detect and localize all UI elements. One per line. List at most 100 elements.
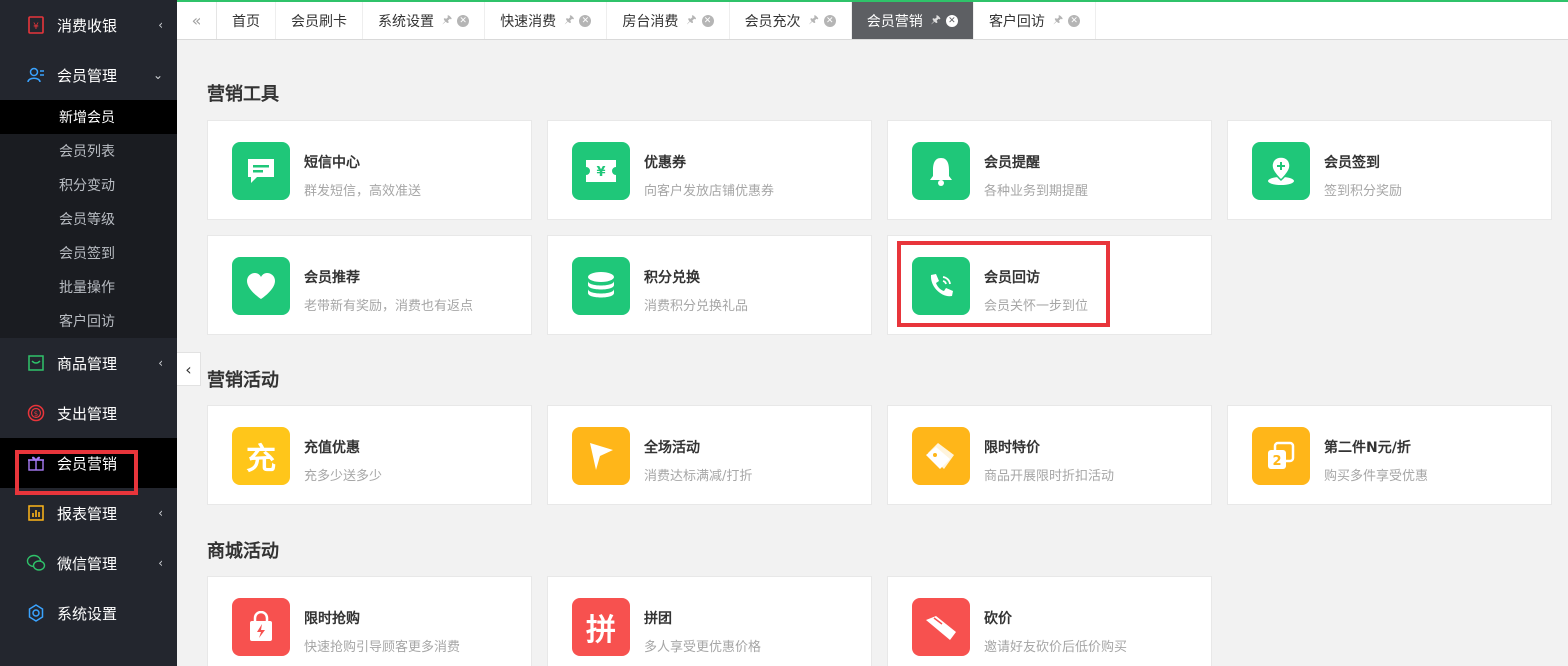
chevron-left-icon: ‹ <box>158 356 163 370</box>
card-coupon[interactable]: ¥ 优惠券 向客户发放店铺优惠券 <box>547 120 872 220</box>
nav-item-expense[interactable]: $ 支出管理 <box>0 388 177 438</box>
tab-customer-revisit[interactable]: 客户回访 🖈 ✕ <box>974 2 1097 39</box>
tab-room-consume[interactable]: 房台消费 🖈 ✕ <box>607 2 730 39</box>
nav-item-report[interactable]: 报表管理 ‹ <box>0 488 177 538</box>
tab-home[interactable]: 首页 <box>217 2 276 39</box>
close-icon[interactable]: ✕ <box>457 14 470 27</box>
card-title: 拼团 <box>644 611 672 627</box>
submenu-item-revisit[interactable]: 客户回访 <box>0 304 177 338</box>
nav-item-goods[interactable]: 商品管理 ‹ <box>0 338 177 388</box>
recharge-glyph: 充 <box>246 442 276 477</box>
section-title-tools: 营销工具 <box>207 84 279 105</box>
coins-stack-icon <box>572 257 630 315</box>
phone-call-icon <box>912 257 970 315</box>
nav-item-settings[interactable]: 系统设置 <box>0 588 177 638</box>
card-flash-price[interactable]: 限时特价 商品开展限时折扣活动 <box>887 405 1212 505</box>
shopping-bag-icon <box>232 598 290 656</box>
nav-label: 系统设置 <box>57 604 118 623</box>
card-group-buy[interactable]: 拼 拼团 多人享受更优惠价格 <box>547 576 872 666</box>
tab-member-card[interactable]: 会员刷卡 <box>276 2 363 39</box>
card-title: 会员提醒 <box>984 155 1040 171</box>
pin-icon[interactable]: 🖈 <box>442 11 452 30</box>
member-icon <box>26 65 46 85</box>
group-glyph: 拼 <box>586 613 616 648</box>
tab-scroll-left-button[interactable]: « <box>177 2 217 39</box>
card-title: 会员回访 <box>984 270 1040 286</box>
tab-quick-consume[interactable]: 快速消费 🖈 ✕ <box>485 2 608 39</box>
submenu-item-batch[interactable]: 批量操作 <box>0 270 177 304</box>
card-storewide-activity[interactable]: 全场活动 消费达标满减/打折 <box>547 405 872 505</box>
expense-icon: $ <box>26 403 46 423</box>
card-bargain[interactable]: 砍价 邀请好友砍价后低价购买 <box>887 576 1212 666</box>
pin-icon[interactable]: 🖈 <box>1053 11 1063 30</box>
nav-item-cashier[interactable]: ¥ 消费收银 ‹ <box>0 0 177 50</box>
second-item-glyph: 2 <box>1272 454 1281 469</box>
report-icon <box>26 503 46 523</box>
card-title: 限时特价 <box>984 440 1040 456</box>
member-submenu: 新增会员 会员列表 积分变动 会员等级 会员签到 批量操作 客户回访 <box>0 100 177 338</box>
card-member-remind[interactable]: 会员提醒 各种业务到期提醒 <box>887 120 1212 220</box>
card-desc: 快速抢购引导顾客更多消费 <box>304 640 461 655</box>
bell-icon <box>912 142 970 200</box>
card-flash-sale[interactable]: 限时抢购 快速抢购引导顾客更多消费 <box>207 576 532 666</box>
section-title-activities: 营销活动 <box>207 370 279 391</box>
nav-label: 消费收银 <box>57 16 118 35</box>
card-title: 限时抢购 <box>304 611 360 627</box>
wechat-icon <box>26 553 46 573</box>
tab-system-settings[interactable]: 系统设置 🖈 ✕ <box>363 2 486 39</box>
card-member-checkin[interactable]: 会员签到 签到积分奖励 <box>1227 120 1552 220</box>
card-desc: 邀请好友砍价后低价购买 <box>984 640 1128 655</box>
close-icon[interactable]: ✕ <box>1068 14 1081 27</box>
coupon-glyph: ¥ <box>596 165 605 180</box>
tab-label: 首页 <box>232 13 260 30</box>
close-icon[interactable]: ✕ <box>823 14 836 27</box>
tab-label: 会员刷卡 <box>291 13 347 30</box>
chevron-left-icon: ‹ <box>158 556 163 570</box>
main-content: 营销工具 短信中心 群发短信，高效准送 ¥ 优惠券 向客户发放店铺优惠券 会员提… <box>177 40 1568 666</box>
card-desc: 向客户发放店铺优惠券 <box>644 184 775 199</box>
tab-member-marketing[interactable]: 会员营销 🖈 ✕ <box>851 2 974 39</box>
submenu-item-member-level[interactable]: 会员等级 <box>0 202 177 236</box>
close-icon[interactable]: ✕ <box>701 14 714 27</box>
pin-icon[interactable]: 🖈 <box>809 11 819 30</box>
card-member-revisit[interactable]: 会员回访 会员关怀一步到位 <box>887 235 1212 335</box>
cut-price-icon <box>912 598 970 656</box>
card-second-item-discount[interactable]: 2 第二件N元/折 购买多件享受优惠 <box>1227 405 1552 505</box>
flag-icon <box>572 427 630 485</box>
card-desc: 多人享受更优惠价格 <box>644 640 762 655</box>
card-title: 短信中心 <box>304 155 360 171</box>
card-title: 砍价 <box>984 611 1012 627</box>
pin-icon[interactable]: 🖈 <box>686 11 696 30</box>
card-title: 会员推荐 <box>304 270 360 286</box>
card-points-exchange[interactable]: 积分兑换 消费积分兑换礼品 <box>547 235 872 335</box>
chevron-down-icon: ⌄ <box>152 68 163 82</box>
submenu-item-member-checkin[interactable]: 会员签到 <box>0 236 177 270</box>
nav-label: 支出管理 <box>57 404 118 423</box>
tab-label: 系统设置 <box>378 13 434 30</box>
chevron-left-icon: ‹ <box>158 506 163 520</box>
tab-bar: « 首页 会员刷卡 系统设置 🖈 ✕ 快速消费 🖈 ✕ 房台消费 🖈 ✕ 会员充… <box>177 0 1568 40</box>
close-icon[interactable]: ✕ <box>945 14 958 27</box>
pin-icon[interactable]: 🖈 <box>564 11 574 30</box>
group-buy-icon: 拼 <box>572 598 630 656</box>
nav-item-marketing[interactable]: 会员营销 <box>0 438 177 488</box>
close-icon[interactable]: ✕ <box>579 14 592 27</box>
sidebar: ¥ 消费收银 ‹ 会员管理 ⌄ 新增会员 会员列表 积分变动 会员等级 会员签到… <box>0 0 177 666</box>
card-desc: 签到积分奖励 <box>1324 184 1403 199</box>
submenu-item-member-list[interactable]: 会员列表 <box>0 134 177 168</box>
gift-icon <box>26 453 46 473</box>
nav-item-wechat[interactable]: 微信管理 ‹ <box>0 538 177 588</box>
card-desc: 购买多件享受优惠 <box>1324 469 1429 484</box>
card-sms-center[interactable]: 短信中心 群发短信，高效准送 <box>207 120 532 220</box>
price-tag-icon <box>912 427 970 485</box>
card-title: 优惠券 <box>644 155 686 171</box>
card-recharge-offer[interactable]: 充 充值优惠 充多少送多少 <box>207 405 532 505</box>
submenu-item-add-member[interactable]: 新增会员 <box>0 100 177 134</box>
card-member-recommend[interactable]: 会员推荐 老带新有奖励，消费也有返点 <box>207 235 532 335</box>
submenu-item-points-change[interactable]: 积分变动 <box>0 168 177 202</box>
card-desc: 会员关怀一步到位 <box>984 299 1089 314</box>
pin-icon[interactable]: 🖈 <box>931 11 941 30</box>
nav-item-member[interactable]: 会员管理 ⌄ <box>0 50 177 100</box>
tab-member-recharge-times[interactable]: 会员充次 🖈 ✕ <box>730 2 852 39</box>
settings-gear-icon <box>26 603 46 623</box>
